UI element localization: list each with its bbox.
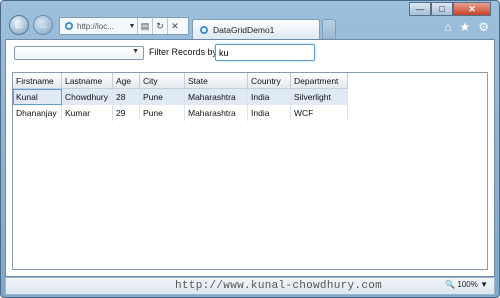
cell-department[interactable]: WCF <box>290 105 348 121</box>
cell-state[interactable]: Maharashtra <box>184 105 248 121</box>
table-row[interactable]: Dhananjay Kumar 29 Pune Maharashtra Indi… <box>13 105 348 121</box>
stop-icon[interactable]: ✕ <box>167 18 182 34</box>
address-bar[interactable]: http://loc... ▼ ▤ ↻ ✕ <box>59 17 189 35</box>
cell-lastname[interactable]: Chowdhury <box>61 88 113 105</box>
ie-icon <box>200 25 208 34</box>
header-row: Firstname Lastname Age City State Countr… <box>13 73 348 89</box>
cell-age[interactable]: 29 <box>112 105 140 121</box>
zoom-level[interactable]: 🔍 100% ▼ <box>445 280 488 289</box>
tools-gear-icon[interactable]: ⚙ <box>478 20 489 34</box>
zoom-value: 100% <box>457 280 478 289</box>
data-grid[interactable]: Firstname Lastname Age City State Countr… <box>12 72 488 270</box>
forward-arrow-icon: → <box>37 18 49 32</box>
column-header-age[interactable]: Age <box>112 73 140 89</box>
command-icons: ⌂ ★ ⚙ <box>444 20 489 34</box>
close-button[interactable]: ✕ <box>453 2 491 16</box>
filter-label: Filter Records by: <box>149 47 220 57</box>
filter-column-combobox[interactable]: ▼ <box>14 46 144 60</box>
forward-button[interactable]: → <box>33 15 53 35</box>
data-grid-table: Firstname Lastname Age City State Countr… <box>13 73 348 121</box>
cell-lastname[interactable]: Kumar <box>61 105 113 121</box>
page-content: ▼ Filter Records by: Firstname Lastname … <box>5 39 495 277</box>
cell-country[interactable]: India <box>247 88 291 105</box>
minimize-icon: — <box>415 3 425 14</box>
cell-department[interactable]: Silverlight <box>290 88 348 105</box>
column-header-firstname[interactable]: Firstname <box>13 73 62 89</box>
new-tab-button[interactable] <box>322 19 336 39</box>
maximize-icon: □ <box>439 3 445 14</box>
cell-firstname[interactable]: Kunal <box>13 88 62 105</box>
watermark: http://www.kunal-chowdhury.com <box>175 280 383 292</box>
column-header-department[interactable]: Department <box>290 73 348 89</box>
maximize-button[interactable]: □ <box>431 2 453 16</box>
column-header-lastname[interactable]: Lastname <box>61 73 113 89</box>
favorites-star-icon[interactable]: ★ <box>459 20 470 34</box>
minimize-button[interactable]: — <box>409 2 431 16</box>
back-button[interactable]: ← <box>9 15 29 35</box>
column-header-country[interactable]: Country <box>247 73 291 89</box>
cell-age[interactable]: 28 <box>112 88 140 105</box>
back-arrow-icon: ← <box>13 18 25 32</box>
address-dropdown-icon[interactable]: ▼ <box>127 23 137 30</box>
close-icon: ✕ <box>468 3 476 14</box>
window-controls: — □ ✕ <box>409 2 491 16</box>
cell-state[interactable]: Maharashtra <box>184 88 248 105</box>
column-header-city[interactable]: City <box>139 73 185 89</box>
ie-icon <box>65 22 73 30</box>
browser-titlebar: ← → http://loc... ▼ ▤ ↻ ✕ DataGridDemo1 … <box>1 1 499 39</box>
filter-input[interactable] <box>215 44 315 61</box>
cell-firstname[interactable]: Dhananjay <box>13 105 62 121</box>
cell-city[interactable]: Pune <box>139 88 185 105</box>
chevron-down-icon[interactable]: ▼ <box>132 48 139 55</box>
column-header-state[interactable]: State <box>184 73 248 89</box>
browser-window: ← → http://loc... ▼ ▤ ↻ ✕ DataGridDemo1 … <box>0 0 500 298</box>
tab-label: DataGridDemo1 <box>213 24 275 35</box>
address-text[interactable]: http://loc... <box>77 22 127 31</box>
cell-city[interactable]: Pune <box>139 105 185 121</box>
refresh-icon[interactable]: ↻ <box>152 18 167 34</box>
cell-country[interactable]: India <box>247 105 291 121</box>
compatibility-view-icon[interactable]: ▤ <box>137 18 152 34</box>
tab-datagriddemo1[interactable]: DataGridDemo1 <box>192 19 320 39</box>
table-row[interactable]: Kunal Chowdhury 28 Pune Maharashtra Indi… <box>13 88 348 105</box>
home-icon[interactable]: ⌂ <box>444 20 451 34</box>
